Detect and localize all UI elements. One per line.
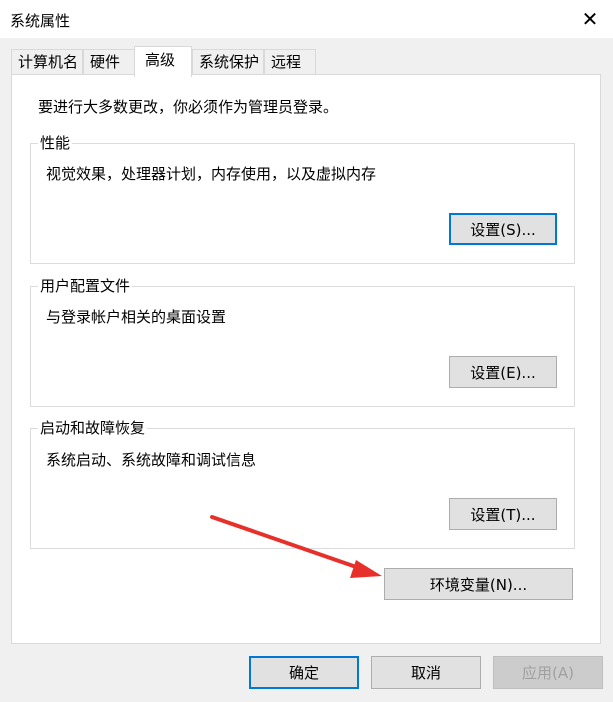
tab-advanced[interactable]: 高级 — [134, 46, 192, 77]
title-bar: 系统属性 ✕ — [0, 0, 613, 38]
apply-button[interactable]: 应用(A) — [493, 656, 603, 689]
user-profiles-settings-button[interactable]: 设置(E)... — [449, 356, 557, 388]
performance-group-title: 性能 — [38, 134, 73, 152]
user-profiles-description: 与登录帐户相关的桌面设置 — [46, 308, 227, 326]
admin-notice: 要进行大多数更改，你必须作为管理员登录。 — [38, 98, 339, 116]
startup-recovery-settings-button[interactable]: 设置(T)... — [449, 498, 557, 530]
window-title: 系统属性 — [10, 12, 71, 30]
performance-group — [30, 143, 575, 264]
startup-recovery-group — [30, 428, 575, 549]
user-profiles-group — [30, 286, 575, 407]
startup-recovery-group-title: 启动和故障恢复 — [38, 419, 148, 437]
tab-system-protection[interactable]: 系统保护 — [192, 49, 264, 74]
startup-recovery-description: 系统启动、系统故障和调试信息 — [46, 451, 257, 469]
environment-variables-button[interactable]: 环境变量(N)... — [384, 568, 573, 600]
ok-button[interactable]: 确定 — [249, 656, 359, 689]
tab-computer-name[interactable]: 计算机名 — [11, 49, 83, 74]
cancel-button[interactable]: 取消 — [371, 656, 481, 689]
tab-remote[interactable]: 远程 — [264, 49, 316, 74]
performance-settings-button[interactable]: 设置(S)... — [449, 213, 557, 245]
user-profiles-group-title: 用户配置文件 — [38, 277, 133, 295]
tab-hardware[interactable]: 硬件 — [83, 49, 135, 74]
close-icon[interactable]: ✕ — [567, 0, 613, 38]
performance-description: 视觉效果，处理器计划，内存使用，以及虚拟内存 — [46, 165, 377, 183]
